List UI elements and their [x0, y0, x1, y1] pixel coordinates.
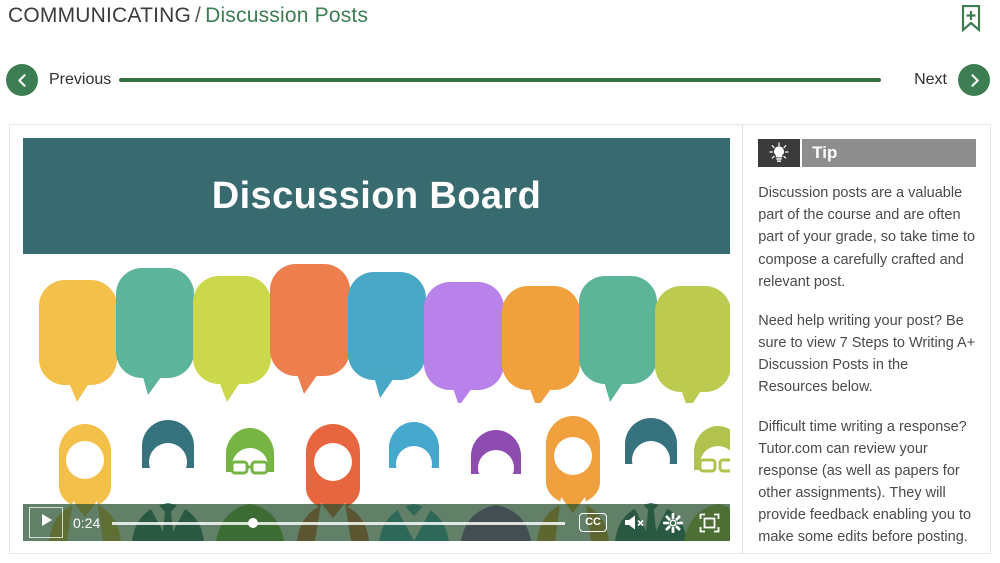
- video-title: Discussion Board: [211, 174, 542, 217]
- tip-title-bar: Tip: [800, 139, 976, 167]
- video-progress-slider[interactable]: [112, 515, 566, 531]
- fullscreen-icon[interactable]: [699, 513, 720, 533]
- page-root: COMMUNICATING / Discussion Posts Previous …: [0, 0, 1000, 563]
- video-controls-bar: 0:24 CC: [23, 504, 730, 541]
- page-header: COMMUNICATING / Discussion Posts: [0, 0, 1000, 48]
- speech-bubbles-svg: [39, 264, 730, 410]
- lightbulb-icon: [758, 139, 801, 167]
- previous-label: Previous: [49, 71, 112, 88]
- chevron-right-icon[interactable]: [958, 64, 990, 96]
- previous-button[interactable]: Previous: [6, 64, 111, 96]
- video-player[interactable]: Discussion Board 0:24 CC: [23, 138, 730, 541]
- speech-bubbles-illustration: [23, 258, 730, 410]
- bookmark-plus-icon: [960, 4, 982, 38]
- video-pane: Discussion Board 0:24 CC: [10, 125, 743, 553]
- content-card: Discussion Board 0:24 CC Tip Discussion …: [9, 124, 991, 554]
- video-control-buttons: CC: [579, 512, 724, 533]
- tip-panel: Tip Discussion posts are a valuable part…: [742, 125, 990, 553]
- breadcrumb-course[interactable]: COMMUNICATING: [8, 4, 191, 27]
- captions-button[interactable]: CC: [579, 513, 607, 532]
- breadcrumb-current-page: Discussion Posts: [205, 4, 369, 27]
- tip-paragraph: Discussion posts are a valuable part of …: [758, 185, 976, 290]
- video-title-banner: Discussion Board: [23, 138, 730, 254]
- gear-icon[interactable]: [663, 512, 683, 533]
- tip-title: Tip: [812, 143, 838, 162]
- breadcrumb: COMMUNICATING / Discussion Posts: [8, 4, 368, 28]
- video-progress-handle[interactable]: [247, 517, 258, 528]
- navigation-progress-rule: [119, 78, 881, 82]
- next-label: Next: [914, 71, 947, 88]
- tip-header: Tip: [758, 139, 976, 167]
- video-progress-track: [112, 521, 566, 525]
- bookmark-button[interactable]: [954, 4, 988, 38]
- play-icon: [40, 513, 53, 532]
- video-current-time: 0:24: [73, 514, 101, 531]
- tip-paragraph: Difficult time writing a response? Tutor…: [758, 418, 972, 546]
- tip-paragraph: Need help writing your post? Be sure to …: [758, 312, 976, 396]
- breadcrumb-separator: /: [195, 4, 202, 27]
- speaker-muted-icon[interactable]: [623, 514, 647, 531]
- next-button[interactable]: Next: [914, 64, 990, 96]
- tip-body: Discussion posts are a valuable part of …: [758, 182, 976, 549]
- chevron-left-icon[interactable]: [6, 64, 38, 96]
- play-button[interactable]: [29, 507, 63, 538]
- lesson-navigation: Previous Next: [0, 58, 1000, 102]
